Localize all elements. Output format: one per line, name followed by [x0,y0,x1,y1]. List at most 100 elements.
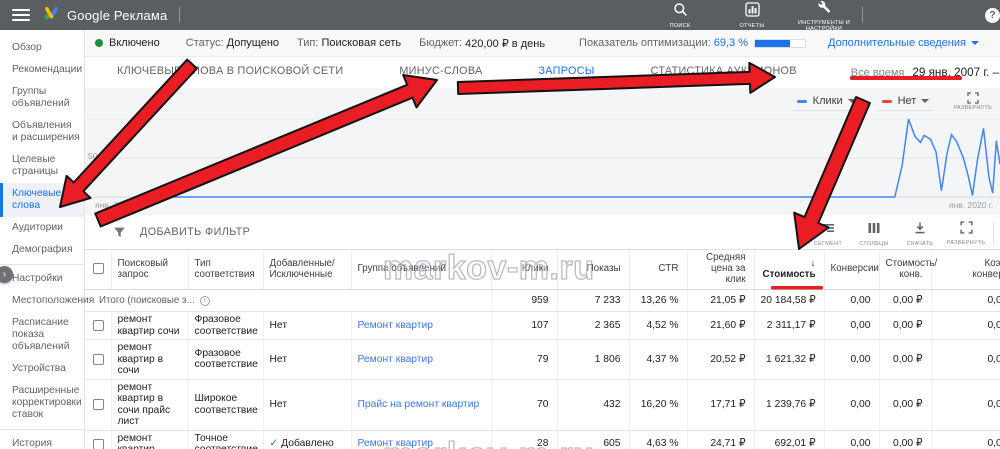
metric-cell: 0,00 [824,430,879,449]
header-select-all [85,250,111,290]
ad-group-cell: Ремонт квартир [351,312,491,340]
ad-group-link[interactable]: Прайс на ремонт квартир [358,399,480,410]
table-row: ремонт квартирТочное соответствие✓Добавл… [85,430,1000,449]
tool-button-label: СЕГМЕНТ [814,241,842,247]
match-type-cell: Широкое соответствие [188,379,263,430]
column-header-9[interactable]: ↓ Стоимость [754,250,824,290]
campaign-type: Тип: Поисковая сеть [297,37,401,49]
metric-cell: 70 [491,379,557,430]
table-toolbar: ДОБАВИТЬ ФИЛЬТР СЕГМЕНТ СТОЛБЦЫСКАЧАТЬРАЗ… [85,215,1000,250]
topbar-divider [862,7,863,23]
metric-cell: 1 806 [557,340,629,380]
total-value-cell: 0,00 % [931,290,1000,312]
metric1-dropdown[interactable]: Клики [793,92,860,111]
row-checkbox[interactable] [93,439,104,449]
topbar-button-label: ПОИСК [653,23,707,29]
sidebar-item-целевые-страницы[interactable]: Целевые страницы [0,149,84,183]
column-header-4[interactable]: Группа объявлений [351,250,491,290]
row-checkbox[interactable] [93,320,104,331]
sidebar-item-обзор[interactable]: Обзор [0,37,84,59]
tab-статистика-аукционов[interactable]: СТАТИСТИКА АУКЦИОНОВ [649,57,799,88]
x-axis-start-label: янв. 2007 г. [95,200,139,210]
metric-cell: 24,71 ₽ [687,430,754,449]
column-header-7[interactable]: CTR [629,250,687,290]
ad-group-link[interactable]: Ремонт квартир [358,320,434,331]
column-header-5[interactable]: Клики [491,250,557,290]
app-title: Google Реклама [67,8,167,23]
column-header-3[interactable]: Добавленные/​Исключенные [263,250,351,290]
info-icon[interactable]: i [200,296,210,306]
total-value-cell: 21,05 ₽ [687,290,754,312]
metric-cell: 0,00 [824,379,879,430]
google-ads-logo[interactable]: Google Реклама [44,6,167,25]
menu-icon[interactable] [12,9,30,21]
metric-cell: 21,60 ₽ [687,312,754,340]
sidebar-item-демография[interactable]: Демография [0,239,84,261]
expand-icon [960,221,973,239]
campaign-budget[interactable]: Бюджет: 420,00 ₽ в день [419,37,545,50]
column-header-11[interactable]: Стоимость/​конв. [879,250,931,290]
metric-cell: 0,00 [824,340,879,380]
select-all-checkbox[interactable] [93,263,104,274]
sidebar-nav: ОбзорРекомендацииГруппы объявленийОбъявл… [0,30,85,449]
sidebar-item-расширенные-корректировки-ставок[interactable]: Расширенные корректировки ставок [0,380,84,426]
row-checkbox[interactable] [93,354,104,365]
chevron-down-icon [921,99,929,103]
sidebar-item-ключевые-слова[interactable]: Ключевые слова [0,183,84,217]
segment-button[interactable]: СЕГМЕНТ [805,221,851,247]
ad-group-link[interactable]: Ремонт квартир [358,438,434,449]
filter-funnel-icon [113,226,126,239]
tab-запросы[interactable]: ЗАПРОСЫ [536,57,596,88]
total-value-cell: 0,00 ₽ [879,290,931,312]
metric-cell: 1 621,32 ₽ [754,340,824,380]
total-value-cell: 0,00 [824,290,879,312]
metric-cell: 0,00 % [931,379,1000,430]
details-link[interactable]: Дополнительные сведения [828,37,979,49]
column-header-8[interactable]: Средняя цена за клик [687,250,754,290]
download-button[interactable]: СКАЧАТЬ [897,221,943,247]
column-header-12[interactable]: Коэфф. конверсии [931,250,1000,290]
total-value-cell: 959 [491,290,557,312]
metric2-dropdown[interactable]: Нет [878,92,934,111]
sidebar-item-рекомендации[interactable]: Рекомендации [0,59,84,81]
sidebar-divider [0,264,84,265]
reports-icon [745,2,760,22]
columns-button[interactable]: СТОЛБЦЫ [851,221,897,247]
ad-group-link[interactable]: Ремонт квартир [358,354,434,365]
series-dash-icon [797,100,807,103]
ad-group-cell: Ремонт квартир [351,430,491,449]
sidebar-item-объявления-и-расширения[interactable]: Объявления и расширения [0,115,84,149]
series-dash-icon [882,100,892,103]
search-button[interactable]: ПОИСК [653,2,707,29]
sidebar-item-устройства[interactable]: Устройства [0,358,84,380]
reports-button[interactable]: ОТЧЕТЫ [725,2,779,29]
metric-cell: 17,71 ₽ [687,379,754,430]
column-header-1[interactable]: Поисковый запрос [111,250,188,290]
sidebar-item-аудитории[interactable]: Аудитории [0,217,84,239]
date-range-picker[interactable]: Все время 29 янв. 2007 г. – 5 янв. 2020 … [851,57,1000,88]
sidebar-item-местоположения[interactable]: Местоположения [0,290,84,312]
search-term-cell: ремонт квартир в сочи прайс лист [111,379,188,430]
column-header-2[interactable]: Тип соответствия [188,250,263,290]
added-excluded-cell: ✓Добавлено [263,430,351,449]
expand-button[interactable]: РАЗВЕРНУТЬ [943,221,989,246]
tab-ключевые-слова-в-поисковой-сети[interactable]: КЛЮЧЕВЫЕ СЛОВА В ПОИСКОВОЙ СЕТИ [115,57,345,88]
chart-expand-button[interactable]: РАЗВЕРНУТЬ [953,92,992,111]
column-header-6[interactable]: Показы [557,250,629,290]
campaign-state[interactable]: Включено [95,37,160,49]
row-checkbox[interactable] [93,399,104,410]
metric-cell: 0,00 ₽ [879,379,931,430]
tab-минус-слова[interactable]: МИНУС-СЛОВА [397,57,484,88]
sidebar-item-история[interactable]: История [0,433,84,449]
metric-cell: 4,52 % [629,312,687,340]
sidebar-item-группы-объявлений[interactable]: Группы объявлений [0,81,84,115]
help-button[interactable]: ? [985,8,1000,23]
topbar-button-label: ИНСТРУМЕНТЫ И НАСТРОЙКИ [797,20,851,32]
add-filter-button[interactable]: ДОБАВИТЬ ФИЛЬТР [113,226,250,239]
tools-button[interactable]: ИНСТРУМЕНТЫ И НАСТРОЙКИ [797,0,851,32]
sidebar-item-расписание-показа-объявлений[interactable]: Расписание показа объявлений [0,312,84,358]
column-header-10[interactable]: Конверсии [824,250,879,290]
top-app-bar: Google Реклама ПОИСК ОТЧЕТЫ ИНСТРУМЕНТЫ И … [0,0,1000,30]
chevron-down-icon [848,99,856,103]
sidebar-divider [0,429,84,430]
